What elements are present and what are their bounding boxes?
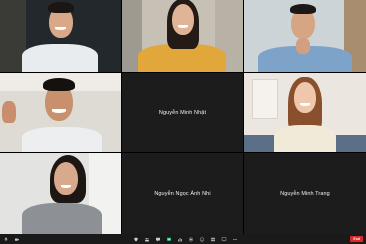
record-button[interactable]	[188, 237, 194, 242]
toolbar-left	[3, 237, 20, 242]
participant-name: Nguyễn Minh Nhật	[158, 109, 207, 116]
participant-tile-5[interactable]: Nguyễn Minh Nhật	[122, 73, 243, 152]
meeting-toolbar: End	[0, 234, 366, 244]
participant-tile-7[interactable]	[0, 153, 121, 234]
camera-icon	[15, 238, 19, 241]
security-button[interactable]	[133, 237, 139, 242]
poll-icon	[177, 237, 182, 241]
participant-tile-6[interactable]	[244, 73, 366, 152]
participant-tile-2[interactable]	[122, 0, 243, 72]
participant-video	[0, 73, 121, 152]
participant-tile-9[interactable]: Nguyễn Minh Trang	[244, 153, 366, 234]
end-meeting-button[interactable]: End	[350, 236, 363, 242]
stop-video-button[interactable]	[14, 237, 20, 242]
participant-tile-3[interactable]	[244, 0, 366, 72]
record-icon	[188, 237, 193, 241]
chat-button[interactable]	[155, 237, 161, 242]
people-icon	[144, 237, 149, 241]
share-screen-button[interactable]	[166, 237, 172, 242]
more-button[interactable]	[232, 237, 238, 242]
video-grid: Nguyễn Minh Nhật Nguyễn Ngọc Ánh Nhi Ngu…	[0, 0, 366, 234]
participant-name: Nguyễn Minh Trang	[280, 190, 330, 197]
participant-tile-4[interactable]	[0, 73, 121, 152]
microphone-icon	[4, 237, 8, 241]
apps-button[interactable]	[210, 237, 216, 242]
participant-video	[0, 0, 121, 72]
whiteboard-button[interactable]	[221, 237, 227, 242]
participant-video	[0, 153, 121, 234]
participant-tile-8[interactable]: Nguyễn Ngọc Ánh Nhi	[122, 153, 243, 234]
participants-button[interactable]	[144, 237, 150, 242]
participant-name: Nguyễn Ngọc Ánh Nhi	[154, 190, 211, 197]
whiteboard-icon	[221, 237, 226, 241]
smiley-icon	[199, 236, 204, 242]
participant-video	[244, 73, 366, 152]
toolbar-right: End	[350, 236, 363, 242]
reactions-button[interactable]	[199, 236, 205, 242]
chat-icon	[155, 237, 160, 241]
apps-icon	[210, 237, 215, 241]
share-screen-icon	[166, 237, 171, 241]
more-icon	[232, 238, 237, 240]
shield-icon	[133, 237, 138, 241]
polls-button[interactable]	[177, 237, 183, 242]
toolbar-center	[133, 236, 238, 242]
participant-video	[122, 0, 243, 72]
participant-tile-1[interactable]	[0, 0, 121, 72]
mute-button[interactable]	[3, 237, 9, 242]
participant-video	[244, 0, 366, 72]
